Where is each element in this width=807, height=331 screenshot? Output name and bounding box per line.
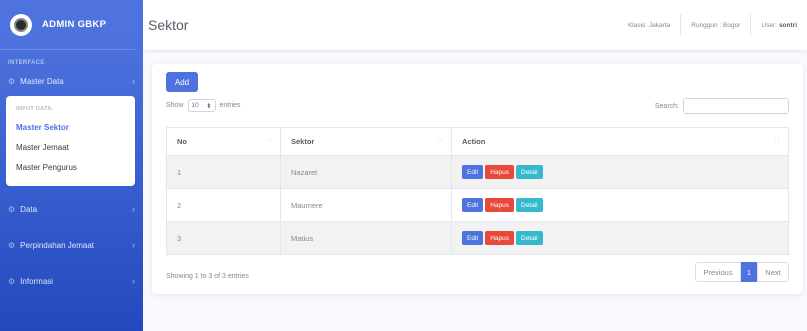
entries-select[interactable]: 10 ⬍ [187,99,216,112]
runggun-label: Runggun : Bogor [680,14,750,36]
detail-button[interactable]: Detail [516,231,543,245]
chevron-right-icon: › [132,240,135,250]
chevron-right-icon: › [132,276,135,286]
previous-page-button[interactable]: Previous [695,262,741,282]
sektor-table: No ↑↓ Sektor ↑↓ Action ↑↓ 1 Nazaret Edit… [166,127,789,255]
sort-icon: ↑↓ [774,137,780,143]
sidebar-item-label: Informasi [20,276,54,286]
column-header-sektor[interactable]: Sektor ↑↓ [280,127,452,156]
table-header-row: No ↑↓ Sektor ↑↓ Action ↑↓ [166,127,789,156]
sidebar-item-label: Data [20,204,38,214]
sidebar-item-informasi[interactable]: ⚙ Informasi › [0,266,143,296]
add-button[interactable]: Add [166,72,198,92]
cell-sektor: Matius [280,221,452,255]
page-title: Sektor [148,17,189,33]
cell-action: Edit Hapus Detail [451,221,789,255]
chevron-right-icon: › [132,204,135,214]
cell-no: 3 [166,221,281,255]
sidebar-item-label: Perpindahan Jemaat [20,240,94,250]
submenu-item-master-sektor[interactable]: Master Sektor [6,118,135,138]
sidebar-item-data[interactable]: ⚙ Data › [0,194,143,224]
sektor-card: Add Show 10 ⬍ entries Search: No ↑↓ Sekt… [152,64,803,294]
cell-no: 1 [166,155,281,189]
search-control: Search: [655,98,789,114]
cell-no: 2 [166,188,281,222]
cell-sektor: Maumere [280,188,452,222]
sidebar-item-label: Master Data [20,76,64,86]
hapus-button[interactable]: Hapus [485,198,514,212]
brand-title: ADMIN GBKP [42,19,107,30]
sidebar-item-master-data[interactable]: ⚙ Master Data › [0,66,143,96]
brand[interactable]: ADMIN GBKP [0,0,135,50]
chevron-updown-icon: ⬍ [206,102,212,110]
detail-button[interactable]: Detail [516,165,543,179]
table-row: 3 Matius Edit Hapus Detail [166,221,789,255]
brand-logo-icon [10,13,32,36]
hapus-button[interactable]: Hapus [485,165,514,179]
sort-icon: ↑↓ [266,137,272,143]
edit-button[interactable]: Edit [462,231,484,245]
sort-icon: ↑↓ [437,137,443,143]
sidebar: ADMIN GBKP INTERFACE ⚙ Master Data › INP… [0,0,143,331]
search-input[interactable] [683,98,789,114]
next-page-button[interactable]: Next [757,262,789,282]
show-label: Show [166,102,184,109]
submenu-heading: INPUT DATA: [16,106,54,112]
user-name: sontri [778,21,797,29]
entries-value: 10 [191,102,199,109]
topbar: Sektor Klasis: Jakarta Runggun : Bogor U… [143,0,807,50]
column-header-action[interactable]: Action ↑↓ [451,127,789,156]
pagination: Previous 1 Next [695,262,789,282]
cell-sektor: Nazaret [280,155,452,189]
entries-length-control: Show 10 ⬍ entries [166,99,241,112]
edit-button[interactable]: Edit [462,198,484,212]
table-row: 1 Nazaret Edit Hapus Detail [166,155,789,189]
klasis-label: Klasis: Jakarta [627,21,671,29]
sidebar-heading: INTERFACE [8,60,45,66]
hapus-button[interactable]: Hapus [485,231,514,245]
gear-icon: ⚙ [8,204,16,214]
gear-icon: ⚙ [8,276,16,286]
gear-icon: ⚙ [8,240,16,250]
column-header-no[interactable]: No ↑↓ [166,127,281,156]
cell-action: Edit Hapus Detail [451,155,789,189]
edit-button[interactable]: Edit [462,165,484,179]
submenu-item-master-pengurus[interactable]: Master Pengurus [6,158,135,178]
topbar-info: Klasis: Jakarta Runggun : Bogor User: so… [618,14,807,36]
entries-label: entries [219,102,241,109]
table-row: 2 Maumere Edit Hapus Detail [166,188,789,222]
search-label: Search: [654,102,679,110]
table-info: Showing 1 to 3 of 3 entries [166,273,249,280]
user-menu[interactable]: User: sontri [750,14,807,36]
submenu-input-data: INPUT DATA: Master Sektor Master Jemaat … [6,96,135,186]
cell-action: Edit Hapus Detail [451,188,789,222]
submenu-item-master-jemaat[interactable]: Master Jemaat [6,138,135,158]
detail-button[interactable]: Detail [516,198,543,212]
gear-icon: ⚙ [8,76,16,86]
sidebar-item-perpindahan-jemaat[interactable]: ⚙ Perpindahan Jemaat › [0,230,143,260]
user-label: User: [761,21,777,29]
chevron-right-icon: › [132,76,135,86]
page-1-button[interactable]: 1 [741,262,757,282]
